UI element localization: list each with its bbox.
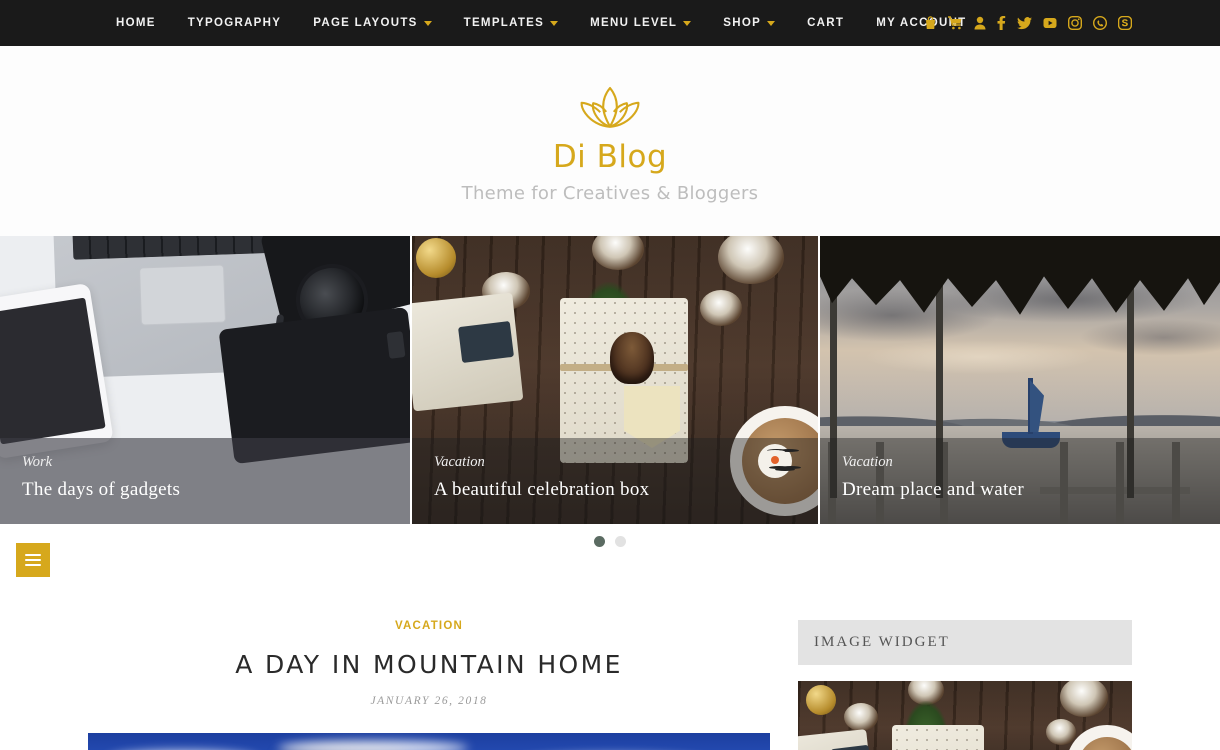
slider-pagination <box>0 524 1220 558</box>
nav-item-label: TYPOGRAPHY <box>187 17 282 29</box>
nav-item-shop[interactable]: SHOP <box>707 0 791 46</box>
top-navigation-bar: HOME TYPOGRAPHY PAGE LAYOUTS TEMPLATES M… <box>0 0 1220 46</box>
post-list: VACATION A DAY IN MOUNTAIN HOME JANUARY … <box>88 620 770 750</box>
hamburger-menu-button[interactable] <box>16 543 50 577</box>
slide-item[interactable]: Work The days of gadgets <box>0 236 410 524</box>
widget-title-image-widget: IMAGE WIDGET <box>798 620 1132 665</box>
lotus-flower-icon[interactable] <box>564 84 656 137</box>
instagram-icon[interactable] <box>1068 16 1082 30</box>
slide-caption: Work The days of gadgets <box>0 438 410 524</box>
post-date: JANUARY 26, 2018 <box>370 695 488 707</box>
slide-title[interactable]: Dream place and water <box>842 479 1198 501</box>
main-menu: HOME TYPOGRAPHY PAGE LAYOUTS TEMPLATES M… <box>100 0 983 46</box>
user-account-icon[interactable] <box>974 16 986 30</box>
site-title[interactable]: Di Blog <box>553 139 667 176</box>
hamburger-icon <box>25 551 41 569</box>
nav-item-page-layouts[interactable]: PAGE LAYOUTS <box>297 0 447 46</box>
slide-title[interactable]: The days of gadgets <box>22 479 388 501</box>
chevron-down-icon <box>767 20 776 26</box>
slide-category[interactable]: Vacation <box>434 454 796 471</box>
chevron-down-icon <box>550 20 559 26</box>
post-featured-image-blue-sky-with-clouds[interactable] <box>88 733 770 750</box>
nav-item-label: HOME <box>116 17 156 29</box>
page-body: VACATION A DAY IN MOUNTAIN HOME JANUARY … <box>0 620 1220 750</box>
twitter-icon[interactable] <box>1017 16 1032 30</box>
site-tagline: Theme for Creatives & Bloggers <box>461 182 759 204</box>
site-header: Di Blog Theme for Creatives & Bloggers <box>0 46 1220 236</box>
shopping-bag-icon[interactable] <box>924 16 937 30</box>
nav-item-label: SHOP <box>723 17 762 29</box>
chevron-down-icon <box>423 20 432 26</box>
nav-item-home[interactable]: HOME <box>100 0 172 46</box>
featured-slider: Work The days of gadgets Vacation A beau… <box>0 236 1220 524</box>
slide-item[interactable]: Vacation A beautiful celebration box <box>410 236 820 524</box>
whatsapp-icon[interactable] <box>1093 16 1107 30</box>
post-category[interactable]: VACATION <box>88 620 770 632</box>
skype-icon[interactable] <box>1118 16 1132 30</box>
post-title[interactable]: A DAY IN MOUNTAIN HOME <box>88 650 770 679</box>
nav-item-cart[interactable]: CART <box>791 0 860 46</box>
slider-dot[interactable] <box>594 535 605 547</box>
slide-caption: Vacation Dream place and water <box>820 438 1220 524</box>
slide-item[interactable]: Vacation Dream place and water <box>820 236 1220 524</box>
slide-title[interactable]: A beautiful celebration box <box>434 479 796 501</box>
nav-item-menu-level[interactable]: MENU LEVEL <box>574 0 707 46</box>
youtube-icon[interactable] <box>1043 16 1057 30</box>
shopping-cart-icon[interactable] <box>948 16 963 30</box>
slide-category[interactable]: Vacation <box>842 454 1198 471</box>
nav-item-label: CART <box>807 17 845 29</box>
slide-caption: Vacation A beautiful celebration box <box>412 438 818 524</box>
chevron-down-icon <box>683 20 692 26</box>
nav-item-label: PAGE LAYOUTS <box>313 17 418 29</box>
sidebar: IMAGE WIDGET <box>798 620 1132 750</box>
header-icon-group <box>924 16 1132 30</box>
slider-dot[interactable] <box>615 535 626 547</box>
nav-item-label: MENU LEVEL <box>590 17 678 29</box>
nav-item-typography[interactable]: TYPOGRAPHY <box>172 0 298 46</box>
nav-item-label: TEMPLATES <box>463 17 545 29</box>
slide-category[interactable]: Work <box>22 454 388 471</box>
facebook-icon[interactable] <box>997 16 1006 30</box>
widget-image-christmas-gift-box-pinecones[interactable] <box>798 681 1132 750</box>
nav-item-templates[interactable]: TEMPLATES <box>448 0 575 46</box>
